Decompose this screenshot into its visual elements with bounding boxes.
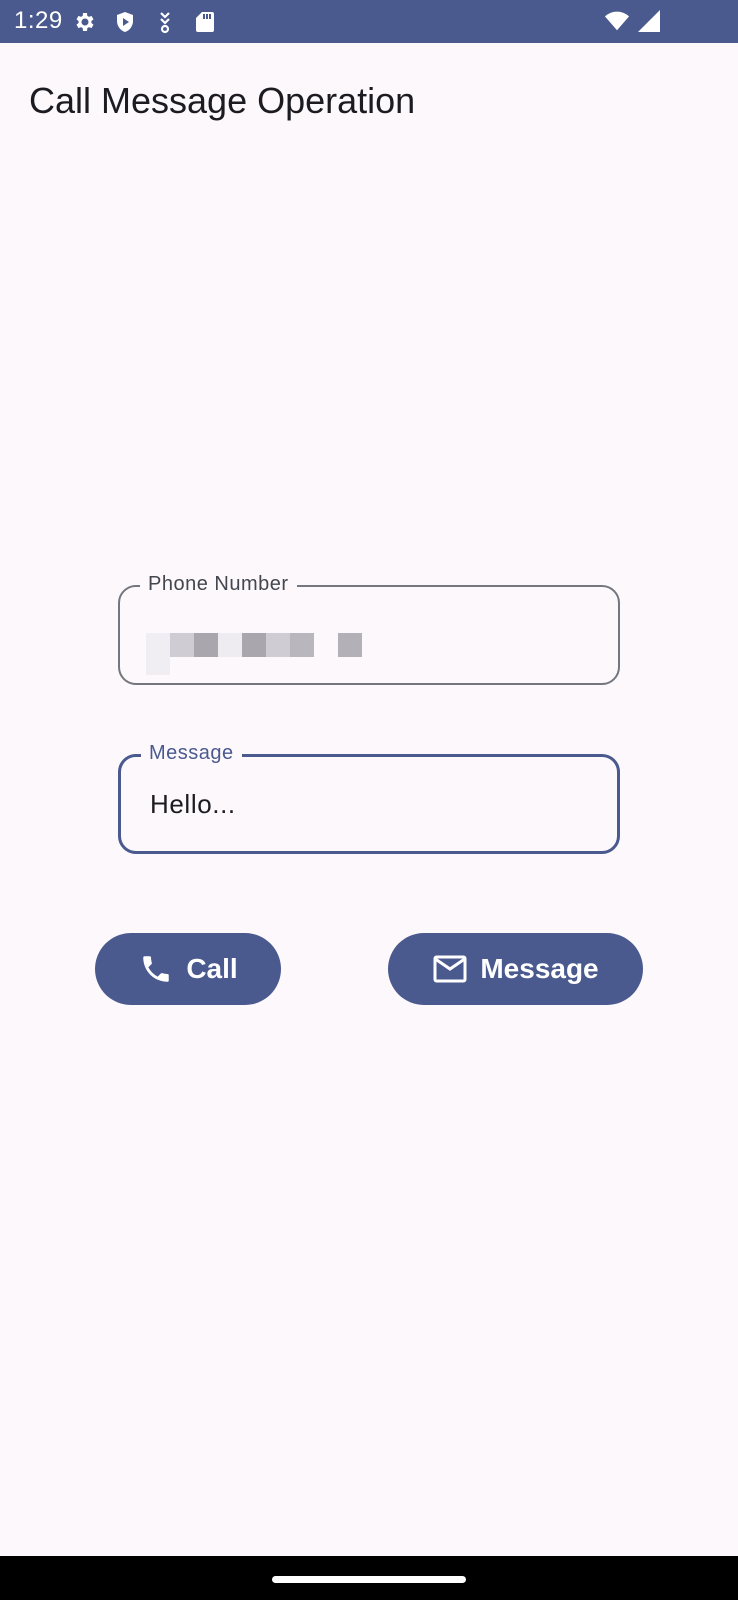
shield-icon [112, 9, 138, 35]
status-time: 1:29 [14, 7, 63, 34]
message-label: Message [141, 742, 242, 765]
status-icons-left [72, 9, 218, 35]
message-button-label: Message [480, 953, 599, 984]
phone-icon [138, 951, 174, 987]
signal-icon [636, 8, 662, 34]
call-button-label: Call [186, 953, 238, 984]
status-bar: 1:29 [0, 0, 738, 43]
call-button[interactable]: Call [95, 933, 281, 1005]
message-field[interactable]: Message Hello... [118, 742, 620, 854]
page-title: Call Message Operation [29, 80, 416, 121]
message-input-value[interactable]: Hello... [150, 789, 236, 820]
phone-number-value-redacted [146, 615, 362, 675]
settings-icon [72, 9, 98, 35]
message-button[interactable]: Message [388, 933, 643, 1005]
wifi-icon [604, 8, 630, 34]
download-icon [152, 9, 178, 35]
phone-number-field[interactable]: Phone Number [118, 573, 620, 685]
sd-card-icon [192, 9, 218, 35]
phone-number-label: Phone Number [140, 573, 297, 596]
status-icons-right [604, 8, 662, 34]
mail-icon [432, 951, 468, 987]
home-gesture-handle[interactable] [272, 1576, 466, 1583]
